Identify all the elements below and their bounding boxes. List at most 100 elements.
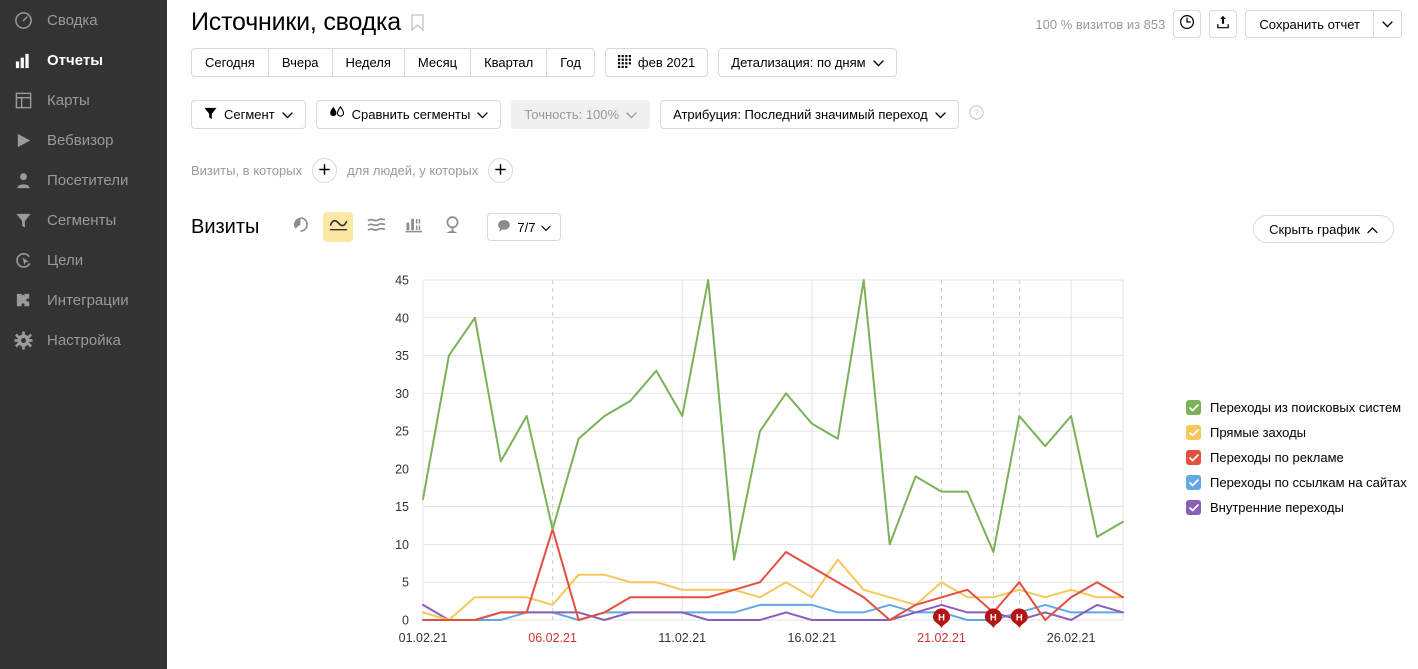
series-line[interactable] xyxy=(422,279,1124,561)
chevron-down-icon xyxy=(935,107,946,122)
calendar-label: фев 2021 xyxy=(637,55,696,70)
viz-column-button[interactable] xyxy=(399,212,429,242)
chevron-down-icon xyxy=(541,220,552,235)
legend-checkbox[interactable] xyxy=(1186,500,1201,515)
sidebar-item-label: Карты xyxy=(47,91,90,109)
holiday-marker-label: Н xyxy=(990,613,997,624)
visits-line-chart[interactable]: 0 5 10 15 20 25 30 35 40 45 01.02.21 06.02.21 11.02.… xyxy=(167,260,1167,655)
header-actions: 100 % визитов из 853 Сохранить отчет xyxy=(1035,10,1402,38)
save-report-dropdown[interactable] xyxy=(1373,11,1401,37)
sidebar-item-label: Отчеты xyxy=(47,51,104,69)
sidebar-item-label: Цели xyxy=(47,251,84,269)
viz-line-button[interactable] xyxy=(323,212,354,242)
holiday-marker-label: Н xyxy=(938,613,945,624)
attribution-label: Атрибуция: Последний значимый переход xyxy=(673,107,928,122)
question-mark-icon: ? xyxy=(968,104,984,125)
x-axis-tick-label: 06.02.21 xyxy=(528,631,577,645)
period-week[interactable]: Неделя xyxy=(333,49,405,76)
hide-chart-button[interactable]: Скрыть график xyxy=(1253,215,1394,243)
people-condition-label: для людей, у которых xyxy=(347,163,479,178)
plus-icon xyxy=(495,161,507,178)
y-axis-tick-label: 35 xyxy=(395,349,409,363)
period-label: Год xyxy=(560,55,581,70)
attribution-help-button[interactable]: ? xyxy=(968,104,984,125)
line-chart-icon xyxy=(329,217,348,237)
sidebar-item-karty[interactable]: Карты xyxy=(0,80,167,120)
sidebar-item-vebvizor[interactable]: Вебвизор xyxy=(0,120,167,160)
filters-row: Сегмент Сравнить сегменты Точность: 100%… xyxy=(191,100,984,129)
chevron-down-icon xyxy=(626,107,637,122)
sidebar-item-posetiteli[interactable]: Посетители xyxy=(0,160,167,200)
holiday-marker[interactable]: Н xyxy=(933,608,951,629)
chevron-up-icon xyxy=(1367,222,1378,237)
detail-level-selector[interactable]: Детализация: по дням xyxy=(718,48,897,77)
legend-item[interactable]: Переходы по ссылкам на сайтах xyxy=(1186,475,1407,490)
sidebar-item-label: Вебвизор xyxy=(47,131,114,149)
legend-checkbox[interactable] xyxy=(1186,450,1201,465)
legend-item[interactable]: Переходы по рекламе xyxy=(1186,450,1407,465)
add-visit-condition-button[interactable] xyxy=(312,158,338,183)
filter-icon xyxy=(204,107,217,123)
goal-selector[interactable]: 7/7 xyxy=(487,213,562,241)
y-axis-tick-label: 5 xyxy=(402,576,409,590)
period-year[interactable]: Год xyxy=(547,49,594,76)
accuracy-selector[interactable]: Точность: 100% xyxy=(511,100,651,129)
sidebar-item-segmenty[interactable]: Сегменты xyxy=(0,200,167,240)
segment-builder: Визиты, в которых для людей, у которых xyxy=(191,158,514,183)
period-month[interactable]: Месяц xyxy=(405,49,472,76)
speech-bubble-icon xyxy=(497,219,511,236)
viz-map-button[interactable] xyxy=(437,212,467,242)
sidebar-item-tseli[interactable]: Цели xyxy=(0,240,167,280)
map-pin-icon xyxy=(444,215,461,239)
legend-checkbox[interactable] xyxy=(1186,400,1201,415)
x-axis-tick-label: 26.02.21 xyxy=(1047,631,1096,645)
gear-icon xyxy=(12,329,34,351)
period-label: Сегодня xyxy=(205,55,255,70)
accuracy-label: Точность: 100% xyxy=(524,107,620,122)
period-quarter[interactable]: Квартал xyxy=(471,49,548,76)
legend-label: Переходы из поисковых систем xyxy=(1210,400,1402,415)
holiday-marker[interactable]: Н xyxy=(1010,608,1028,629)
legend-checkbox[interactable] xyxy=(1186,475,1201,490)
sidebar-item-svodka[interactable]: Сводка xyxy=(0,0,167,40)
sidebar-item-integratsii[interactable]: Интеграции xyxy=(0,280,167,320)
chevron-down-icon xyxy=(477,107,488,122)
pie-chart-icon xyxy=(292,216,309,238)
plus-icon xyxy=(319,161,330,178)
sidebar-item-nastroyka[interactable]: Настройка xyxy=(0,320,167,360)
y-axis-tick-label: 0 xyxy=(402,614,409,628)
segment-selector[interactable]: Сегмент xyxy=(191,100,306,129)
legend-item[interactable]: Внутренние переходы xyxy=(1186,500,1407,515)
legend-label: Переходы по ссылкам на сайтах xyxy=(1210,475,1407,490)
map-layout-icon xyxy=(12,89,34,111)
sidebar-item-otchety[interactable]: Отчеты xyxy=(0,40,167,80)
export-button[interactable] xyxy=(1209,10,1238,38)
history-button[interactable] xyxy=(1173,10,1202,38)
add-people-condition-button[interactable] xyxy=(488,158,514,183)
legend-item[interactable]: Переходы из поисковых систем xyxy=(1186,400,1407,415)
detail-level-label: Детализация: по дням xyxy=(731,55,866,70)
legend-item[interactable]: Прямые заходы xyxy=(1186,425,1407,440)
visits-summary: 100 % визитов из 853 xyxy=(1035,16,1166,32)
save-report-button[interactable]: Сохранить отчет xyxy=(1246,11,1373,37)
save-report-label: Сохранить отчет xyxy=(1259,16,1360,32)
legend-checkbox[interactable] xyxy=(1186,425,1201,440)
funnel-icon xyxy=(12,209,34,231)
play-icon xyxy=(12,129,34,151)
viz-pie-button[interactable] xyxy=(285,212,315,242)
calendar-picker[interactable]: фев 2021 xyxy=(604,48,709,77)
x-axis-tick-label: 16.02.21 xyxy=(788,631,837,645)
chart-header: Визиты 7/7 xyxy=(191,212,562,242)
period-yesterday[interactable]: Вчера xyxy=(269,49,333,76)
compare-segments-selector[interactable]: Сравнить сегменты xyxy=(315,100,502,129)
bookmark-icon[interactable] xyxy=(411,13,424,36)
series-line[interactable] xyxy=(422,528,1124,621)
holiday-marker[interactable]: Н xyxy=(984,608,1002,629)
chart-legend: Переходы из поисковых систем Прямые заход… xyxy=(1186,400,1407,515)
period-today[interactable]: Сегодня xyxy=(192,49,269,76)
sidebar-item-label: Сводка xyxy=(47,11,98,29)
attribution-selector[interactable]: Атрибуция: Последний значимый переход xyxy=(660,100,959,129)
viz-area-button[interactable] xyxy=(361,212,391,242)
chart-svg: 0 5 10 15 20 25 30 35 40 45 01.02.21 06.02.21 11.02.… xyxy=(395,274,1124,645)
goal-label: 7/7 xyxy=(517,219,536,235)
